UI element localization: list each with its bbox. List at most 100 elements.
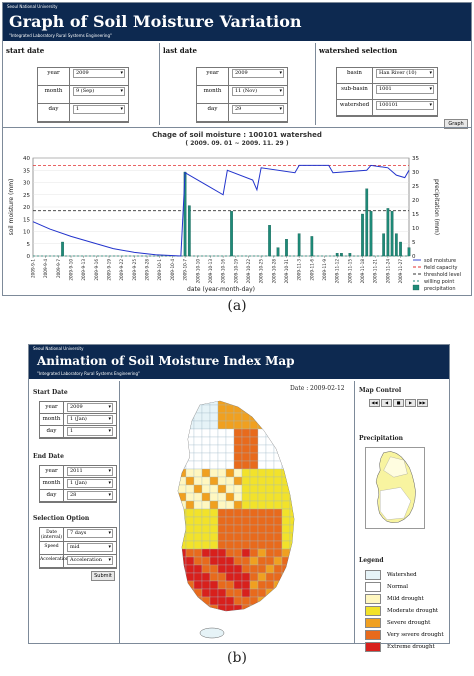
map-cell bbox=[241, 444, 251, 454]
map-cell bbox=[281, 460, 291, 470]
map-cell bbox=[298, 509, 306, 517]
legend-swatch bbox=[365, 582, 381, 592]
map-cell bbox=[273, 532, 283, 542]
legend-label: Normal bbox=[387, 584, 409, 590]
y-tick-label: 20 bbox=[23, 205, 30, 211]
map-cell bbox=[249, 401, 259, 406]
map-cell bbox=[185, 580, 195, 590]
last-month-select[interactable]: 11 (Nov) bbox=[232, 87, 284, 96]
stop-button[interactable]: ■ bbox=[393, 399, 404, 407]
fast-forward-button[interactable]: ▶▶ bbox=[417, 399, 428, 407]
start-day-select[interactable]: 1 bbox=[73, 105, 125, 114]
start-year-select[interactable]: 2009 bbox=[67, 403, 113, 412]
map-cell bbox=[249, 436, 259, 446]
map-cell bbox=[298, 533, 306, 541]
map-cell bbox=[265, 564, 275, 574]
y-tick-label: 5 bbox=[27, 242, 31, 248]
last-day-select[interactable]: 29 bbox=[232, 105, 284, 114]
map-cell bbox=[281, 556, 291, 566]
x-tick-label: 2009-9-22 bbox=[119, 259, 124, 281]
map-cell bbox=[289, 428, 294, 438]
map-cell bbox=[273, 484, 283, 494]
map-cell bbox=[209, 500, 219, 510]
map-cell bbox=[249, 452, 259, 462]
play-button[interactable]: ▶ bbox=[405, 399, 416, 407]
map-cell bbox=[242, 613, 250, 621]
map-cell bbox=[170, 613, 178, 621]
map-cell bbox=[193, 420, 203, 430]
map-cell bbox=[201, 404, 211, 414]
legend-swatch bbox=[365, 594, 381, 604]
map-cell bbox=[289, 596, 294, 606]
map-cell bbox=[185, 484, 195, 494]
basin-select[interactable]: Han River (10) bbox=[376, 69, 434, 78]
watershed-label: watershed selection bbox=[319, 46, 398, 55]
map-cell bbox=[257, 412, 267, 422]
legend-swatch bbox=[412, 284, 420, 291]
map-cell bbox=[257, 508, 267, 518]
map-cell bbox=[193, 524, 203, 534]
start-year-select[interactable]: 2009 bbox=[73, 69, 125, 78]
map-cell bbox=[273, 556, 283, 566]
interval-label: Date (interval) bbox=[40, 528, 64, 542]
map-cell bbox=[178, 484, 179, 494]
map-cell bbox=[225, 428, 235, 438]
map-cell bbox=[298, 557, 306, 565]
previous-button[interactable]: ◀ bbox=[381, 399, 392, 407]
interval-select[interactable]: 7 days bbox=[67, 529, 113, 538]
map-cell bbox=[178, 564, 179, 574]
map-cell bbox=[249, 476, 259, 486]
map-cell bbox=[178, 580, 187, 590]
x-tick-label: 2009-11-15 bbox=[347, 259, 352, 284]
map-cell bbox=[249, 404, 259, 414]
speed-select[interactable]: mid bbox=[67, 543, 113, 552]
end-month-select[interactable]: 1 (Jan) bbox=[67, 479, 113, 488]
map-cell bbox=[233, 548, 243, 558]
map-cell bbox=[178, 508, 187, 518]
last-year-select[interactable]: 2009 bbox=[232, 69, 284, 78]
submit-button[interactable]: Submit bbox=[91, 571, 115, 581]
page-subtitle: "Integrated Laboratory Rural Systems Eng… bbox=[37, 371, 140, 376]
precipitation-label: Precipitation bbox=[359, 435, 403, 442]
map-cell bbox=[185, 564, 195, 574]
x-tick-label: 2009-11-27 bbox=[398, 259, 403, 284]
start-month-select[interactable]: 1 (Jan) bbox=[67, 415, 113, 424]
map-cell bbox=[217, 556, 227, 566]
map-cell bbox=[201, 420, 211, 430]
map-cell bbox=[185, 401, 195, 406]
watershed-select[interactable]: 100101 bbox=[376, 101, 434, 110]
map-cell bbox=[209, 540, 219, 550]
map-cell bbox=[281, 436, 291, 446]
end-year-select[interactable]: 2011 bbox=[67, 467, 113, 476]
acceleration-select[interactable]: Acceleration bbox=[67, 556, 113, 565]
map-cell bbox=[217, 588, 227, 598]
map-cell bbox=[178, 556, 179, 566]
map-cell bbox=[281, 452, 291, 462]
map-cell bbox=[201, 572, 211, 582]
map-cell bbox=[241, 580, 251, 590]
start-day-select[interactable]: 1 bbox=[67, 427, 113, 436]
end-day-select[interactable]: 28 bbox=[67, 491, 113, 500]
map-cell bbox=[217, 572, 227, 582]
map-cell bbox=[298, 565, 306, 573]
page-title: Graph of Soil Moisture Variation bbox=[9, 12, 302, 31]
subbasin-select[interactable]: 1001 bbox=[376, 85, 434, 94]
map-cell bbox=[233, 524, 243, 534]
month-label: month bbox=[197, 86, 229, 104]
start-date-table: year 2009 month 1 (Jan) day 1 bbox=[39, 401, 117, 439]
start-month-select[interactable]: 9 (Sep) bbox=[73, 87, 125, 96]
map-cell bbox=[225, 604, 235, 611]
map-cell bbox=[225, 492, 235, 502]
map-cell bbox=[185, 548, 195, 558]
map-cell bbox=[185, 404, 195, 414]
map-cell bbox=[265, 404, 275, 414]
map-cell bbox=[233, 444, 243, 454]
x-tick-label: 2009-10-28 bbox=[271, 259, 276, 284]
map-cell bbox=[241, 484, 251, 494]
map-cell bbox=[209, 401, 219, 406]
chart-area: Chage of soil moisture : 100101 watershe… bbox=[3, 127, 471, 296]
map-cell bbox=[281, 412, 291, 422]
map-cell bbox=[241, 540, 251, 550]
rewind-button[interactable]: ◀◀ bbox=[369, 399, 380, 407]
map-cell bbox=[289, 532, 294, 542]
